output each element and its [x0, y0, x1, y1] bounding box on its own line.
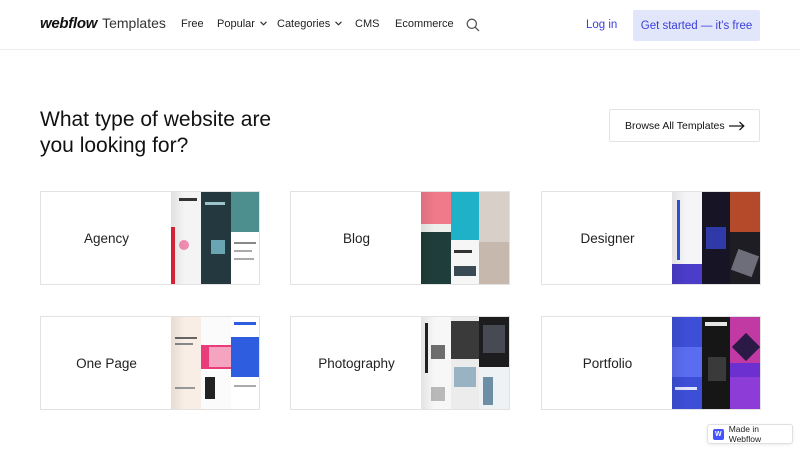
login-link[interactable]: Log in — [586, 19, 617, 31]
nav-popular-label: Popular — [217, 18, 255, 30]
chevron-down-icon — [335, 19, 343, 28]
page-headline: What type of website are you looking for… — [40, 107, 330, 159]
browse-all-templates-button[interactable]: Browse All Templates — [609, 109, 760, 142]
category-label: Photography — [318, 355, 395, 371]
nav-ecommerce[interactable]: Ecommerce — [395, 18, 454, 30]
brand-suffix: Templates — [102, 15, 166, 31]
category-label: Agency — [83, 230, 130, 246]
nav-popular[interactable]: Popular — [217, 18, 267, 30]
search-icon[interactable] — [466, 18, 480, 32]
nav-ecommerce-label: Ecommerce — [395, 18, 454, 30]
template-previews — [421, 317, 509, 409]
category-card-portfolio[interactable]: Portfolio — [541, 316, 761, 410]
chevron-down-icon — [259, 19, 267, 28]
nav-free[interactable]: Free — [181, 18, 204, 30]
category-label: Designer — [580, 230, 635, 246]
template-previews — [421, 192, 509, 284]
template-previews — [171, 317, 259, 409]
top-nav: webflow Templates Free Popular Categorie… — [0, 0, 800, 50]
category-label: Portfolio — [582, 355, 633, 371]
get-started-button[interactable]: Get started — it's free — [633, 10, 760, 41]
nav-categories-label: Categories — [277, 18, 331, 30]
headline-line-1: What type of website are — [40, 108, 272, 131]
nav-cms-label: CMS — [355, 18, 380, 30]
template-previews — [672, 317, 760, 409]
webflow-templates-logo[interactable]: webflow Templates — [40, 15, 166, 32]
webflow-logo-icon: W — [713, 428, 724, 440]
category-card-agency[interactable]: Agency — [40, 191, 260, 285]
category-label: One Page — [76, 355, 137, 371]
brand-name: webflow — [40, 15, 98, 32]
arrow-right-icon — [729, 121, 745, 131]
category-card-blog[interactable]: Blog — [290, 191, 510, 285]
template-previews — [672, 192, 760, 284]
nav-free-label: Free — [181, 18, 204, 30]
category-card-designer[interactable]: Designer — [541, 191, 761, 285]
category-card-photography[interactable]: Photography — [290, 316, 510, 410]
category-label: Blog — [342, 230, 371, 246]
nav-categories[interactable]: Categories — [277, 18, 343, 30]
headline-line-2: you looking for? — [40, 134, 189, 157]
category-card-one-page[interactable]: One Page — [40, 316, 260, 410]
badge-label: Made in Webflow — [728, 424, 762, 444]
browse-label: Browse All Templates — [625, 119, 725, 132]
template-previews — [171, 192, 259, 284]
made-in-webflow-badge[interactable]: W Made in Webflow — [707, 424, 793, 444]
nav-cms[interactable]: CMS — [355, 18, 379, 30]
